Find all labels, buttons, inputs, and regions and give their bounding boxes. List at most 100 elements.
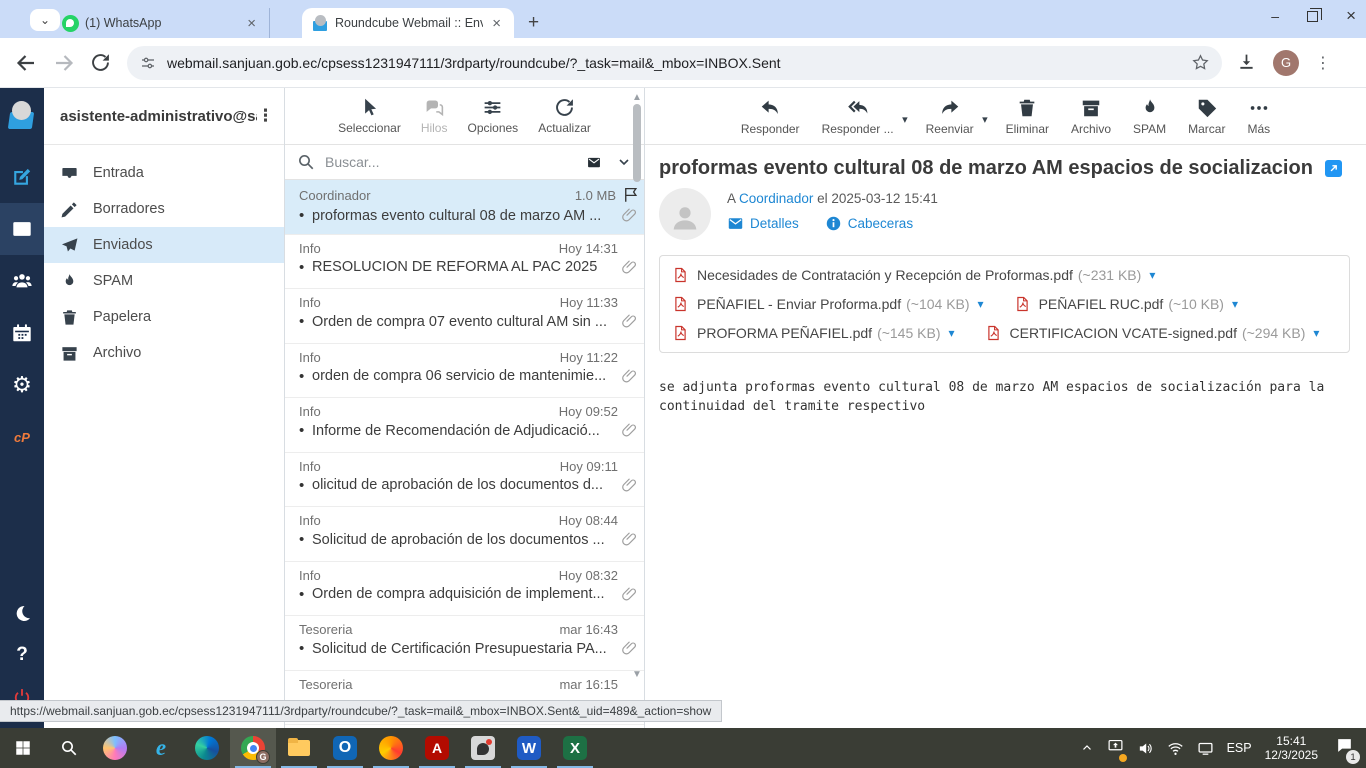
window-restore-button[interactable] [1307,7,1323,22]
attachment-name[interactable]: PEÑAFIEL RUC.pdf [1039,296,1164,312]
reload-button[interactable] [90,52,111,73]
replyall-button[interactable]: Responder ... ▾ [820,97,908,136]
forward-button[interactable]: Reenviar ▾ [924,97,988,136]
trash-button[interactable]: Eliminar [1004,97,1051,136]
taskbar-excel-icon[interactable]: X [552,728,598,768]
taskbar-acrobat-icon[interactable]: A [414,728,460,768]
taskbar-ie-icon[interactable]: e [138,728,184,768]
reply-button[interactable]: Responder [739,97,802,136]
taskbar-file-explorer-icon[interactable] [276,728,322,768]
taskbar-firefox-icon[interactable] [368,728,414,768]
search-scope-icon[interactable] [584,155,604,170]
language-indicator[interactable]: ESP [1227,741,1252,755]
window-close-button[interactable]: × [1346,6,1356,26]
taskbar-java-app-icon[interactable] [460,728,506,768]
settings-nav-button[interactable]: ⚙ [0,359,44,411]
seleccionar-button[interactable]: Seleccionar [338,97,401,135]
attachment-name[interactable]: CERTIFICACION VCATE-signed.pdf [1010,325,1237,341]
list-scrollbar[interactable]: ▲ ▼ [631,88,643,728]
volume-icon[interactable] [1137,740,1154,757]
attachment-menu-caret-icon[interactable]: ▾ [1149,268,1155,282]
archive-button[interactable]: Archivo [1069,97,1113,136]
ellipsis-button[interactable]: Más [1245,97,1272,136]
fire-button[interactable]: SPAM [1131,97,1168,136]
detalles-link[interactable]: Detalles [727,215,799,232]
open-in-new-window-icon[interactable] [1324,160,1342,177]
site-info-icon[interactable] [139,54,157,72]
taskbar-word-icon[interactable]: W [506,728,552,768]
hilos-button[interactable]: Hilos [421,97,447,135]
folder-item-spam[interactable]: SPAM [44,263,284,299]
downloads-icon[interactable] [1236,52,1257,73]
attachment-name[interactable]: PROFORMA PEÑAFIEL.pdf [697,325,872,341]
folder-item-archivo[interactable]: Archivo [44,335,284,371]
attachment-item[interactable]: PROFORMA PEÑAFIEL.pdf (~145 KB) ▾ [672,323,955,343]
search-options-chevron-icon[interactable] [616,154,632,170]
attachment-menu-caret-icon[interactable]: ▾ [978,297,984,311]
cabeceras-link[interactable]: Cabeceras [825,215,913,232]
display-icon[interactable] [1197,740,1214,757]
url-text[interactable]: webmail.sanjuan.gob.ec/cpsess1231947111/… [167,55,1191,71]
window-minimize-button[interactable]: – [1271,8,1279,24]
browser-menu-icon[interactable]: ⋮ [1315,53,1331,73]
folder-item-borradores[interactable]: Borradores [44,191,284,227]
dropdown-caret-icon[interactable]: ▾ [902,113,908,126]
taskbar-copilot-icon[interactable] [92,728,138,768]
actualizar-button[interactable]: Actualizar [538,97,591,135]
taskbar-start-icon[interactable] [0,728,46,768]
tag-button[interactable]: Marcar [1186,97,1227,136]
message-row[interactable]: Info Hoy 09:11 • olicitud de aprobación … [285,453,644,507]
message-row[interactable]: Info Hoy 08:32 • Orden de compra adquisi… [285,562,644,616]
search-bar[interactable]: Buscar... [285,145,644,180]
tray-expand-icon[interactable] [1080,741,1094,755]
new-tab-button[interactable]: + [528,12,539,38]
dropdown-caret-icon[interactable]: ▾ [982,113,988,126]
taskbar-search-icon[interactable] [46,728,92,768]
recipient-link[interactable]: Coordinador [739,191,813,206]
message-row[interactable]: Info Hoy 09:52 • Informe de Recomendació… [285,398,644,453]
notification-icon[interactable]: 1 [1335,736,1360,764]
taskbar-outlook-icon[interactable]: O [322,728,368,768]
attachment-item[interactable]: PEÑAFIEL - Enviar Proforma.pdf (~104 KB)… [672,294,984,314]
address-bar[interactable]: webmail.sanjuan.gob.ec/cpsess1231947111/… [127,45,1222,80]
attachment-item[interactable]: Necesidades de Contratación y Recepción … [672,265,1155,285]
attachment-name[interactable]: PEÑAFIEL - Enviar Proforma.pdf [697,296,901,312]
back-button[interactable] [14,51,38,75]
forward-button[interactable] [52,51,76,75]
message-row[interactable]: Coordinador 1.0 MB • proformas evento cu… [285,180,644,235]
taskbar-edge-icon[interactable] [184,728,230,768]
tab-roundcube[interactable]: Roundcube Webmail :: Enviados × [302,8,514,38]
wifi-icon[interactable] [1167,740,1184,757]
tab-close-icon[interactable]: × [489,15,504,32]
attachment-item[interactable]: PEÑAFIEL RUC.pdf (~10 KB) ▾ [1014,294,1238,314]
message-row[interactable]: Tesoreria mar 16:43 • Solicitud de Certi… [285,616,644,671]
attachment-menu-caret-icon[interactable]: ▾ [1313,326,1319,340]
bookmark-star-icon[interactable] [1191,53,1210,72]
mail-nav-button[interactable] [0,203,44,255]
opciones-button[interactable]: Opciones [467,97,518,135]
folder-options-icon[interactable]: ⋮ [257,106,274,126]
search-input[interactable]: Buscar... [325,154,584,170]
compose-button[interactable] [0,151,44,203]
message-row[interactable]: Info Hoy 11:22 • orden de compra 06 serv… [285,344,644,398]
dark-mode-button[interactable] [0,592,44,634]
profile-avatar[interactable]: G [1273,49,1299,76]
screen-share-icon[interactable] [1107,737,1127,762]
folder-item-papelera[interactable]: Papelera [44,299,284,335]
attachment-menu-caret-icon[interactable]: ▾ [1232,297,1238,311]
message-row[interactable]: Info Hoy 08:44 • Solicitud de aprobación… [285,507,644,562]
tab-whatsapp[interactable]: (1) WhatsApp × [52,8,270,38]
attachment-menu-caret-icon[interactable]: ▾ [949,326,955,340]
clock[interactable]: 15:41 12/3/2025 [1265,734,1318,762]
tab-close-icon[interactable]: × [244,15,259,32]
cpanel-button[interactable]: cP [0,411,44,463]
calendar-nav-button[interactable] [0,307,44,359]
folder-item-entrada[interactable]: Entrada [44,155,284,191]
tab-search-button[interactable]: ⌄ [30,9,60,31]
help-button[interactable]: ? [16,634,28,676]
contacts-nav-button[interactable] [0,255,44,307]
message-row[interactable]: Info Hoy 11:33 • Orden de compra 07 even… [285,289,644,344]
message-row[interactable]: Info Hoy 14:31 • RESOLUCION DE REFORMA A… [285,235,644,289]
attachment-item[interactable]: CERTIFICACION VCATE-signed.pdf (~294 KB)… [985,323,1319,343]
taskbar-chrome-icon[interactable]: G [230,728,276,768]
